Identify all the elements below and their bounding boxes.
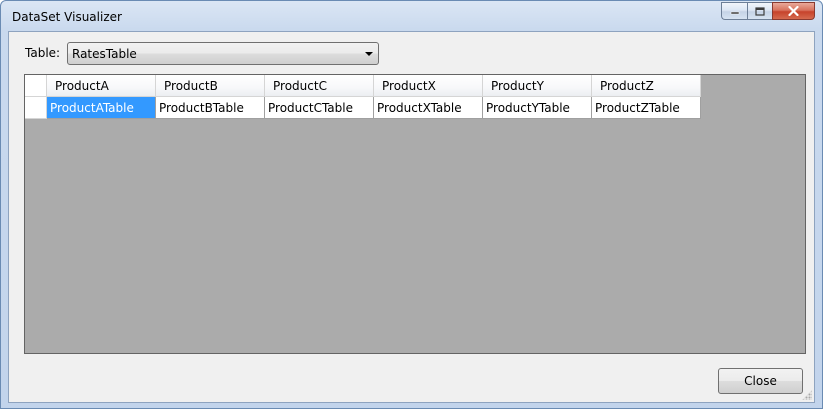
data-grid[interactable]: ProductA ProductB ProductC ProductX Prod… [24, 74, 806, 354]
dataset-visualizer-window: DataSet Visualizer Table: RatesTable Pro… [0, 0, 823, 409]
grid-cell-producta[interactable]: ProductATable [47, 97, 156, 119]
maximize-button[interactable] [747, 2, 772, 20]
column-header-producta[interactable]: ProductA [47, 75, 156, 97]
close-button[interactable]: Close [718, 368, 803, 394]
grid-corner-header[interactable] [25, 75, 47, 97]
title-bar[interactable]: DataSet Visualizer [1, 1, 822, 32]
grid-cell-productb[interactable]: ProductBTable [156, 97, 265, 119]
window-title: DataSet Visualizer [12, 10, 122, 24]
minimize-button[interactable] [721, 2, 747, 20]
table-label: Table: [25, 46, 61, 60]
column-header-productb[interactable]: ProductB [156, 75, 265, 97]
table-dropdown[interactable]: RatesTable [67, 42, 379, 65]
close-window-button[interactable] [772, 2, 815, 20]
maximize-icon [755, 6, 765, 16]
caption-buttons [721, 2, 815, 20]
column-header-producty[interactable]: ProductY [483, 75, 592, 97]
table-row: ProductATable ProductBTable ProductCTabl… [25, 97, 701, 119]
row-header[interactable] [25, 97, 47, 119]
chevron-down-icon [365, 52, 373, 56]
grid-cell-productc[interactable]: ProductCTable [265, 97, 374, 119]
column-header-productc[interactable]: ProductC [265, 75, 374, 97]
minimize-icon [730, 11, 739, 15]
close-icon [788, 6, 799, 16]
column-header-productz[interactable]: ProductZ [592, 75, 701, 97]
grid-header-row: ProductA ProductB ProductC ProductX Prod… [25, 75, 701, 97]
grid-cell-productx[interactable]: ProductXTable [374, 97, 483, 119]
window-client-area: Table: RatesTable ProductA ProductB Prod… [8, 31, 815, 403]
table-dropdown-value: RatesTable [72, 47, 137, 61]
grid-cell-producty[interactable]: ProductYTable [483, 97, 592, 119]
column-header-productx[interactable]: ProductX [374, 75, 483, 97]
grid-cell-productz[interactable]: ProductZTable [592, 97, 701, 119]
resize-grip-icon[interactable] [802, 390, 812, 400]
